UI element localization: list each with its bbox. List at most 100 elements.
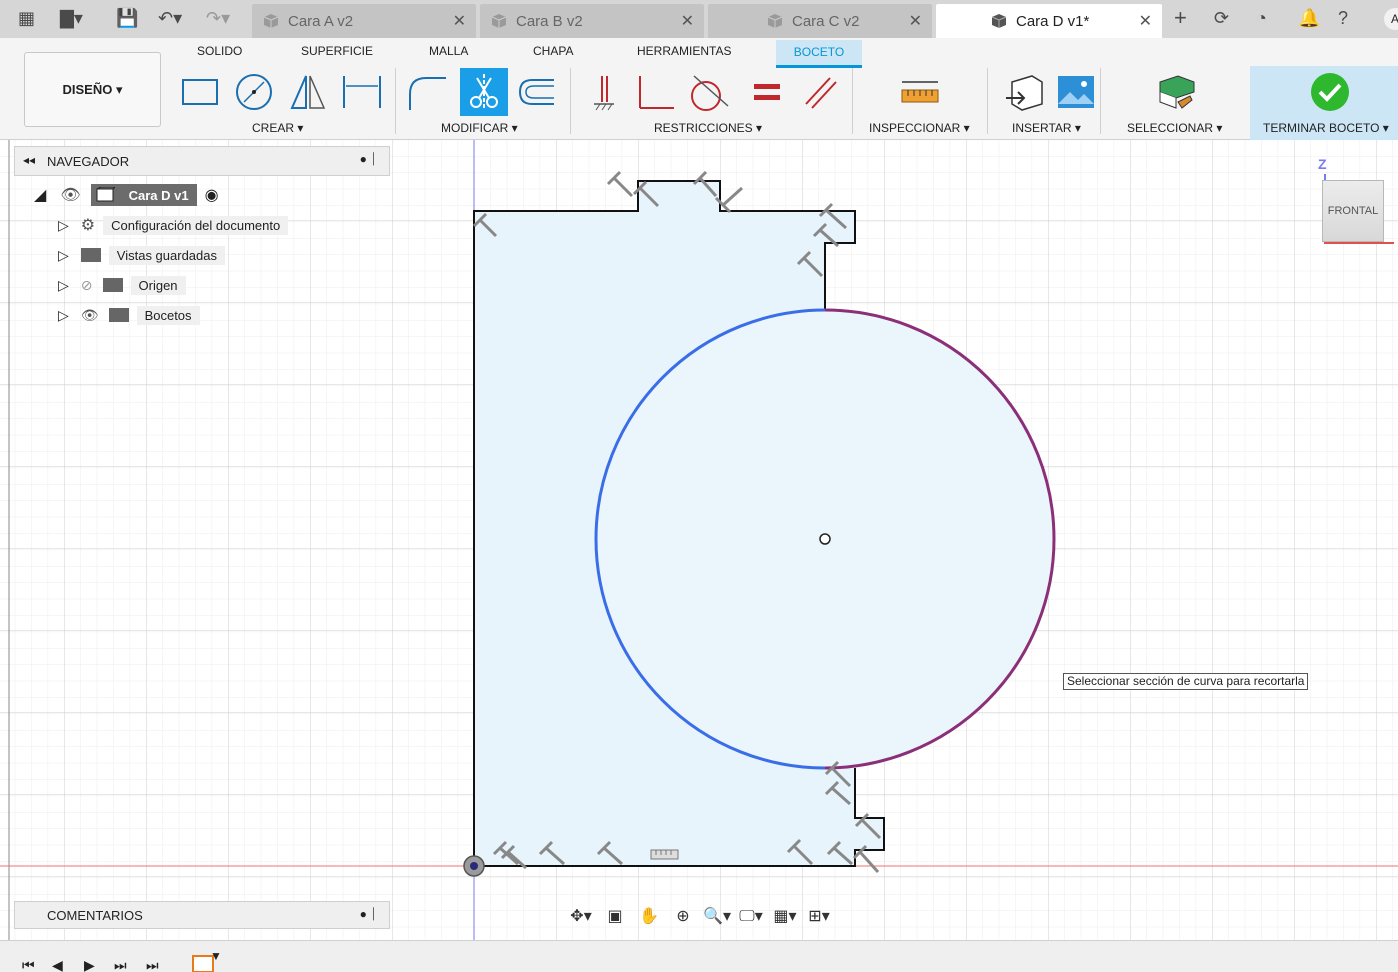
navigator-title: NAVEGADOR [47,154,130,169]
tab-cara-c[interactable]: Cara C v2 ✕ [708,4,932,38]
tab-boceto[interactable]: BOCETO [776,40,862,68]
tab-cara-d[interactable]: Cara D v1* ✕ [936,4,1162,38]
tab-solido[interactable]: SOLIDO [197,44,242,58]
fit-icon[interactable]: 🔍▾ [702,902,732,930]
visibility-eye-icon[interactable]: 👁 [60,185,80,205]
nav-item-label: Origen [130,275,186,295]
parallel-tool[interactable] [798,70,842,114]
app-grid-icon[interactable]: ▦ [18,8,35,28]
redo-icon[interactable]: ↷▾ [206,8,230,28]
go-to-start-icon[interactable]: ⏮ [22,957,35,972]
folder-icon [108,308,129,322]
visibility-eye-icon[interactable]: 👁 [81,307,99,324]
close-icon[interactable]: ✕ [681,11,694,31]
circle-center-point[interactable] [819,533,831,545]
group-insertar[interactable]: INSERTAR ▾ [1012,121,1081,135]
cube-icon [263,14,279,28]
notifications-icon[interactable]: 🔔 [1298,8,1320,28]
hidden-eye-icon[interactable]: ⊘ [81,277,93,294]
expand-triangle-icon[interactable]: ▷ [58,277,69,294]
equal-tool[interactable] [744,70,788,114]
nav-item-sketches[interactable]: ▷ 👁 Bocetos [58,303,200,327]
nav-item-label: Configuración del documento [103,215,289,235]
offset-tool[interactable] [514,70,558,114]
expand-triangle-icon[interactable]: ▷ [58,217,69,234]
rectangle-tool[interactable] [178,70,222,114]
tab-cara-b[interactable]: Cara B v2 ✕ [480,4,704,38]
mirror-tool[interactable] [286,70,330,114]
fillet-tool[interactable] [406,70,450,114]
perpendicular-tool[interactable] [634,70,678,114]
folder-icon [102,278,123,292]
offset-icon [518,79,554,105]
play-icon[interactable]: ▶ [84,957,95,972]
navigator-panel[interactable]: ◂◂ NAVEGADOR ● ⏐ [14,146,390,176]
trim-tool[interactable] [460,68,508,116]
expand-triangle-icon[interactable]: ▷ [58,247,69,264]
group-modificar[interactable]: MODIFICAR ▾ [441,121,518,135]
insert-derive-tool[interactable] [1002,70,1046,114]
tab-herramientas[interactable]: HERRAMIENTAS [637,44,731,58]
rectangle-icon [182,79,218,105]
cube-icon [491,14,507,28]
tab-label: Cara B v2 [516,12,583,30]
ribbon-separator [1100,68,1101,134]
grid-settings-icon[interactable]: ▦▾ [770,902,800,930]
group-terminar[interactable]: TERMINAR BOCETO ▾ [1263,121,1389,135]
tab-chapa[interactable]: CHAPA [533,44,573,58]
insert-canvas-tool[interactable] [1054,70,1098,114]
comments-options-icon[interactable]: ● ⏐ [360,907,377,922]
group-crear[interactable]: CREAR ▾ [252,121,303,135]
navigator-options-icon[interactable]: ● ⏐ [360,152,377,167]
look-at-icon[interactable]: ▣ [600,902,630,930]
nav-item-origin[interactable]: ▷ ⊘ Origen [58,273,186,297]
group-seleccionar[interactable]: SELECCIONAR ▾ [1127,121,1222,135]
pan-hand-icon[interactable]: ✋ [634,902,664,930]
nav-root-label-box[interactable]: Cara D v1 [90,184,197,206]
close-icon[interactable]: ✕ [1139,11,1152,31]
circle-tool[interactable] [232,70,276,114]
collapse-icon[interactable]: ◂◂ [23,153,35,167]
viewcube[interactable]: FRONTAL [1322,180,1384,242]
select-tool[interactable] [1154,70,1198,114]
nav-item-saved-views[interactable]: ▷ Vistas guardadas [58,243,225,267]
job-status-icon[interactable]: ◔ [1256,8,1267,28]
file-icon[interactable]: ▇▾ [60,8,83,28]
coincident-constraint-tool[interactable] [582,70,626,114]
gear-icon: ⚙ [80,217,96,234]
viewports-icon[interactable]: ⊞▾ [804,902,834,930]
expand-triangle-icon[interactable]: ▷ [58,307,69,324]
undo-icon[interactable]: ↶▾ [158,8,182,28]
zoom-icon[interactable]: ⊕ [668,902,698,930]
dimension-tool[interactable] [340,70,384,114]
group-inspeccionar[interactable]: INSPECCIONAR ▾ [869,121,970,135]
help-icon[interactable]: ? [1338,8,1348,28]
ribbon-separator [395,68,396,134]
nav-item-document-settings[interactable]: ▷ ⚙ Configuración del documento [58,213,289,237]
tab-cara-a[interactable]: Cara A v2 ✕ [252,4,476,38]
save-icon[interactable]: 💾 [116,8,138,28]
expand-triangle-icon[interactable]: ◢ [34,185,46,205]
measure-tool[interactable] [898,70,942,114]
workspace-dropdown[interactable]: DISEÑO ▾ [24,52,161,127]
tab-superficie[interactable]: SUPERFICIE [301,44,373,58]
tangent-tool[interactable] [686,70,730,114]
step-forward-icon[interactable]: ⏭ [114,957,127,972]
user-avatar[interactable]: A [1384,8,1398,30]
step-back-icon[interactable]: ◀ [52,957,63,972]
tab-malla[interactable]: MALLA [429,44,468,58]
close-icon[interactable]: ✕ [453,11,466,31]
origin-center [470,862,478,870]
orbit-icon[interactable]: ✥▾ [566,902,596,930]
nav-root[interactable]: ◢ 👁 Cara D v1 ◉ [34,183,219,207]
new-tab-icon[interactable]: + [1174,7,1187,29]
folder-icon [80,248,101,262]
group-restricciones[interactable]: RESTRICCIONES ▾ [654,121,762,135]
go-to-end-icon[interactable]: ⏭ [146,957,159,972]
comments-panel[interactable]: COMENTARIOS ● ⏐ [14,901,390,929]
activate-radio-icon[interactable]: ◉ [205,185,219,205]
close-icon[interactable]: ✕ [909,11,922,31]
display-settings-icon[interactable]: 🖵▾ [736,902,766,930]
timeline-marker-icon[interactable]: ▼ [210,949,222,963]
extensions-icon[interactable]: ⟳ [1214,8,1229,28]
